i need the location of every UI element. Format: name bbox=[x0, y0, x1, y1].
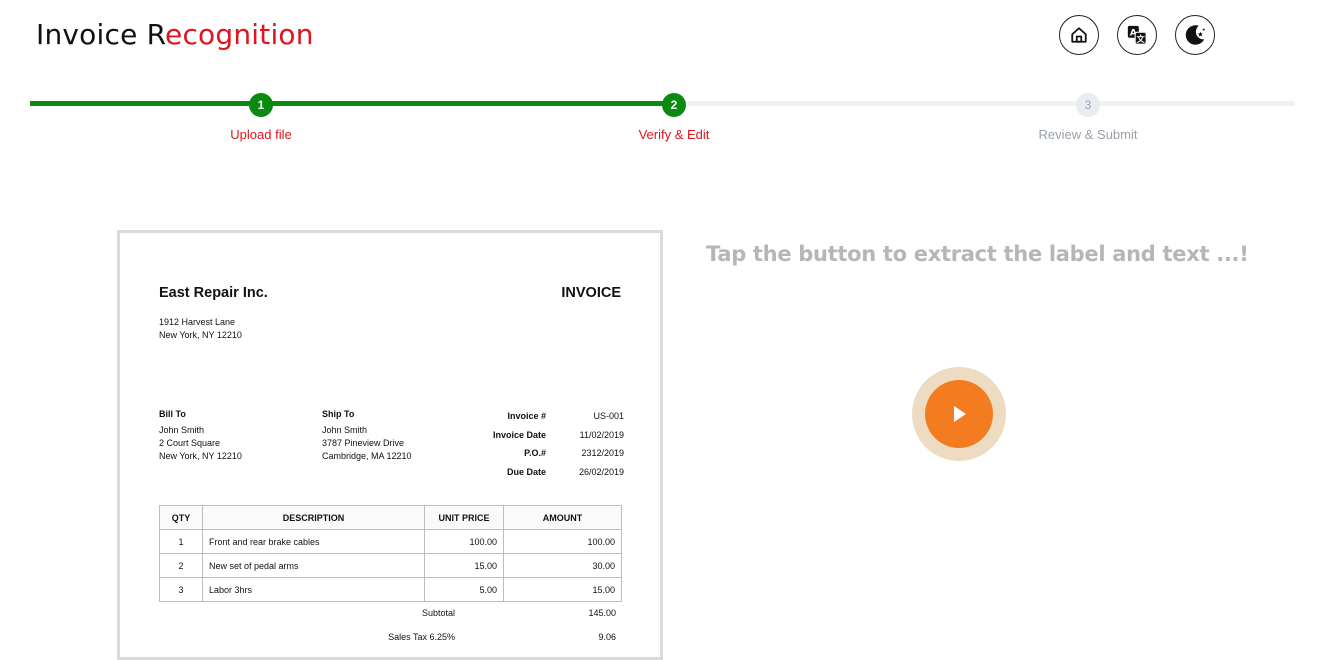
table-row: 1 Front and rear brake cables 100.00 100… bbox=[159, 529, 622, 554]
company-address: 1912 Harvest Lane New York, NY 12210 bbox=[159, 316, 242, 342]
title-part-2: ecognition bbox=[165, 18, 314, 51]
unit-price-cell: 15.00 bbox=[424, 553, 504, 578]
invoice-company: East Repair Inc. bbox=[159, 285, 268, 301]
column-header: AMOUNT bbox=[503, 505, 622, 530]
meta-row: Due Date 26/02/2019 bbox=[460, 463, 624, 482]
home-icon bbox=[1071, 27, 1087, 43]
invoice-preview: East Repair Inc. INVOICE 1912 Harvest La… bbox=[117, 230, 663, 660]
description-cell: Labor 3hrs bbox=[202, 577, 425, 602]
address-line: New York, NY 12210 bbox=[159, 330, 242, 340]
bill-to-block: Bill To John Smith 2 Court Square New Yo… bbox=[159, 408, 242, 463]
extract-button-core[interactable] bbox=[925, 380, 993, 448]
step-3-indicator[interactable]: 3 bbox=[1076, 93, 1100, 117]
meta-row: P.O.# 2312/2019 bbox=[460, 444, 624, 463]
meta-value: 2312/2019 bbox=[581, 448, 624, 459]
ship-to-block: Ship To John Smith 3787 Pineview Drive C… bbox=[322, 408, 412, 463]
bill-to-line: 2 Court Square bbox=[159, 438, 221, 448]
meta-value: US-001 bbox=[593, 411, 624, 422]
invoice-meta: Invoice # US-001 Invoice Date 11/02/2019 P… bbox=[460, 407, 624, 481]
meta-value: 26/02/2019 bbox=[578, 466, 624, 477]
table-row: 3 Labor 3hrs 5.00 15.00 bbox=[159, 577, 622, 602]
description-cell: New set of pedal arms bbox=[202, 553, 425, 578]
step-2-label[interactable]: Verify & Edit bbox=[639, 127, 710, 142]
totals-value: 9.06 bbox=[598, 632, 616, 642]
totals-key: Subtotal bbox=[421, 608, 455, 618]
qty-cell: 3 bbox=[159, 577, 203, 602]
column-header: DESCRIPTION bbox=[202, 505, 425, 530]
unit-price-cell: 5.00 bbox=[424, 577, 504, 602]
step-2-indicator[interactable]: 2 bbox=[662, 93, 686, 117]
title-part-1: Invoice R bbox=[36, 18, 166, 51]
column-header: QTY bbox=[159, 505, 203, 530]
extract-prompt: Tap the button to extract the label and … bbox=[706, 242, 1249, 266]
invoice-doc-title: INVOICE bbox=[561, 285, 621, 301]
description-cell: Front and rear brake cables bbox=[202, 529, 425, 554]
bill-to-label: Bill To bbox=[159, 409, 186, 419]
bill-to-line: John Smith bbox=[159, 425, 205, 435]
totals-value: 145.00 bbox=[588, 608, 616, 618]
amount-cell: 100.00 bbox=[503, 529, 622, 554]
meta-key: Invoice # bbox=[507, 411, 546, 422]
play-icon bbox=[954, 406, 966, 422]
translate-button[interactable]: A文 bbox=[1117, 15, 1157, 55]
meta-key: P.O.# bbox=[524, 448, 546, 459]
app-title: Invoice Recognition bbox=[36, 18, 314, 51]
stepper-progress bbox=[30, 101, 675, 106]
ship-to-line: John Smith bbox=[322, 425, 368, 435]
totals-row: Sales Tax 6.25% 9.06 bbox=[159, 625, 622, 649]
invoice-totals: Subtotal 145.00 Sales Tax 6.25% 9.06 bbox=[159, 601, 622, 649]
meta-row: Invoice Date 11/02/2019 bbox=[460, 426, 624, 445]
amount-cell: 15.00 bbox=[503, 577, 622, 602]
step-1-label[interactable]: Upload file bbox=[230, 127, 291, 142]
ship-to-line: Cambridge, MA 12210 bbox=[322, 451, 412, 461]
meta-key: Invoice Date bbox=[492, 429, 546, 440]
table-row: 2 New set of pedal arms 15.00 30.00 bbox=[159, 553, 622, 578]
table-header-row: QTY DESCRIPTION UNIT PRICE AMOUNT bbox=[159, 505, 622, 530]
ship-to-line: 3787 Pineview Drive bbox=[322, 438, 405, 448]
bill-to-line: New York, NY 12210 bbox=[159, 451, 242, 461]
unit-price-cell: 100.00 bbox=[424, 529, 504, 554]
qty-cell: 2 bbox=[159, 553, 203, 578]
meta-key: Due Date bbox=[506, 466, 546, 477]
totals-row: Subtotal 145.00 bbox=[159, 601, 622, 625]
extract-button[interactable] bbox=[912, 367, 1006, 461]
step-3-label[interactable]: Review & Submit bbox=[1039, 127, 1138, 142]
dark-mode-icon bbox=[1185, 25, 1205, 45]
meta-value: 11/02/2019 bbox=[579, 429, 624, 440]
step-1-indicator[interactable]: 1 bbox=[249, 93, 273, 117]
svg-text:文: 文 bbox=[1137, 34, 1146, 44]
address-line: 1912 Harvest Lane bbox=[159, 317, 236, 327]
home-button[interactable] bbox=[1059, 15, 1099, 55]
translate-icon: A文 bbox=[1127, 25, 1147, 45]
line-items-table: QTY DESCRIPTION UNIT PRICE AMOUNT 1 Fron… bbox=[159, 505, 622, 602]
qty-cell: 1 bbox=[159, 529, 203, 554]
totals-key: Sales Tax 6.25% bbox=[388, 632, 455, 642]
dark-mode-button[interactable] bbox=[1175, 15, 1215, 55]
column-header: UNIT PRICE bbox=[424, 505, 504, 530]
ship-to-label: Ship To bbox=[322, 409, 355, 419]
meta-row: Invoice # US-001 bbox=[460, 407, 624, 426]
amount-cell: 30.00 bbox=[503, 553, 622, 578]
